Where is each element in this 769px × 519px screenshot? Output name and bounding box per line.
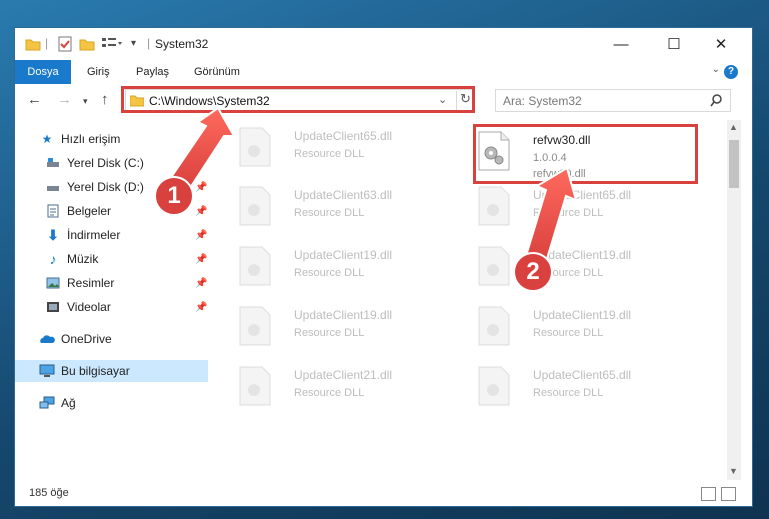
dll-file-icon [478, 366, 510, 406]
sidebar-item-videos[interactable]: Videolar 📌 [15, 296, 208, 318]
dll-file-icon [478, 246, 510, 286]
help-icon[interactable]: ? [724, 65, 738, 79]
list-item[interactable]: UpdateClient65.dll Resource DLL [238, 124, 458, 172]
navigation-pane: ★ Hızlı erişim Yerel Disk (C:) 📌 Yerel D… [15, 120, 208, 480]
pin-icon[interactable]: 📌 [195, 254, 207, 265]
list-item[interactable]: UpdateClient19.dll Resource DLL [238, 243, 458, 291]
address-highlight-box [121, 86, 475, 113]
computer-icon [39, 363, 55, 379]
downloads-icon: ⬇ [47, 226, 59, 243]
dll-file-icon [239, 186, 271, 226]
pin-icon[interactable]: 📌 [195, 182, 207, 193]
list-item[interactable]: UpdateClient19.dll Resource DLL [477, 303, 697, 351]
vertical-scrollbar[interactable]: ▲ ▼ [727, 120, 741, 480]
dll-file-icon [239, 306, 271, 346]
large-icons-view-icon[interactable] [721, 487, 736, 501]
sidebar-item-music[interactable]: ♪ Müzik 📌 [15, 248, 208, 270]
file-highlight-box [473, 124, 698, 184]
title-bar: | ▾ | System32 — ☐ ✕ [15, 28, 752, 60]
pin-icon[interactable]: 📌 [195, 278, 207, 289]
pin-icon[interactable]: 📌 [195, 158, 207, 169]
list-item[interactable]: UpdateClient21.dll Resource DLL [238, 363, 458, 411]
properties-icon[interactable] [57, 36, 73, 52]
videos-icon [45, 299, 61, 315]
file-explorer-window: | ▾ | System32 — ☐ ✕ Dosya Giriş Paylaş … [15, 28, 752, 506]
step-badge-2: 2 [513, 252, 553, 292]
item-count: 185 öğe [29, 487, 69, 499]
list-item[interactable]: UpdateClient65.dll Resource DLL [477, 363, 697, 411]
sidebar-item-network[interactable]: Ağ [15, 392, 208, 414]
pin-icon[interactable]: 📌 [195, 302, 207, 313]
step-badge-1: 1 [154, 176, 194, 216]
forward-arrow-icon[interactable]: → [57, 91, 72, 108]
dll-file-icon [478, 186, 510, 226]
ribbon-tabs: Dosya Giriş Paylaş Görünüm ⌄ ? [15, 60, 752, 84]
list-item[interactable]: UpdateClient19.dll Resource DLL [238, 303, 458, 351]
list-item[interactable]: UpdateClient19.dll Resource DLL [477, 243, 697, 291]
navigation-bar: ← → ▾ ↑ C:\Windows\System32 ⌄ ↻ Ara: Sys… [15, 85, 752, 118]
sidebar-item-quick-access[interactable]: ★ Hızlı erişim [15, 128, 208, 150]
folder-icon [25, 39, 41, 51]
customize-toolbar-icon[interactable] [101, 36, 123, 52]
pictures-icon [45, 275, 61, 291]
sidebar-item-downloads[interactable]: ⬇ İndirmeler 📌 [15, 224, 208, 246]
list-item[interactable]: UpdateClient63.dll Resource DLL [238, 183, 458, 231]
dll-file-icon [239, 246, 271, 286]
search-input[interactable]: Ara: System32 [495, 89, 731, 112]
separator: | [45, 36, 49, 50]
tab-dosya[interactable]: Dosya [15, 60, 71, 84]
details-view-icon[interactable] [701, 487, 716, 501]
scroll-up-icon[interactable]: ▲ [729, 122, 738, 132]
minimize-button[interactable]: — [598, 28, 644, 60]
separator: | [147, 36, 151, 50]
tab-gorunum[interactable]: Görünüm [194, 60, 240, 84]
search-icon [710, 94, 722, 107]
quick-access-dropdown-icon[interactable]: ▾ [131, 38, 136, 54]
dll-file-icon [478, 306, 510, 346]
onedrive-icon [39, 331, 55, 347]
window-title: System32 [155, 37, 209, 51]
dll-file-icon [239, 366, 271, 406]
pin-icon[interactable]: 📌 [195, 206, 207, 217]
maximize-button[interactable]: ☐ [651, 28, 697, 60]
network-icon [39, 395, 55, 411]
dll-file-icon [239, 127, 271, 167]
ribbon-expand-icon[interactable]: ⌄ [712, 64, 720, 75]
back-arrow-icon[interactable]: ← [27, 91, 42, 108]
scrollbar-thumb[interactable] [729, 140, 739, 188]
sidebar-item-disk-c[interactable]: Yerel Disk (C:) 📌 [15, 152, 208, 174]
sidebar-item-this-pc[interactable]: Bu bilgisayar [15, 360, 208, 382]
scroll-down-icon[interactable]: ▼ [729, 466, 738, 476]
tab-paylas[interactable]: Paylaş [136, 60, 169, 84]
list-item[interactable]: UpdateClient65.dll Resource DLL [477, 183, 697, 231]
sidebar-item-pictures[interactable]: Resimler 📌 [15, 272, 208, 294]
up-arrow-icon[interactable]: ↑ [101, 91, 109, 108]
recent-locations-icon[interactable]: ▾ [83, 96, 88, 107]
music-icon: ♪ [49, 251, 57, 267]
status-bar: 185 öğe [15, 483, 752, 505]
search-placeholder: Ara: System32 [503, 94, 582, 108]
pin-icon[interactable]: 📌 [195, 230, 207, 241]
close-button[interactable]: ✕ [698, 28, 744, 60]
new-folder-icon[interactable] [79, 36, 95, 52]
drive-c-icon [45, 155, 61, 171]
tab-giris[interactable]: Giriş [87, 60, 110, 84]
drive-d-icon [45, 179, 61, 195]
documents-icon [45, 203, 61, 219]
star-icon: ★ [41, 132, 53, 146]
sidebar-item-onedrive[interactable]: OneDrive [15, 328, 208, 350]
